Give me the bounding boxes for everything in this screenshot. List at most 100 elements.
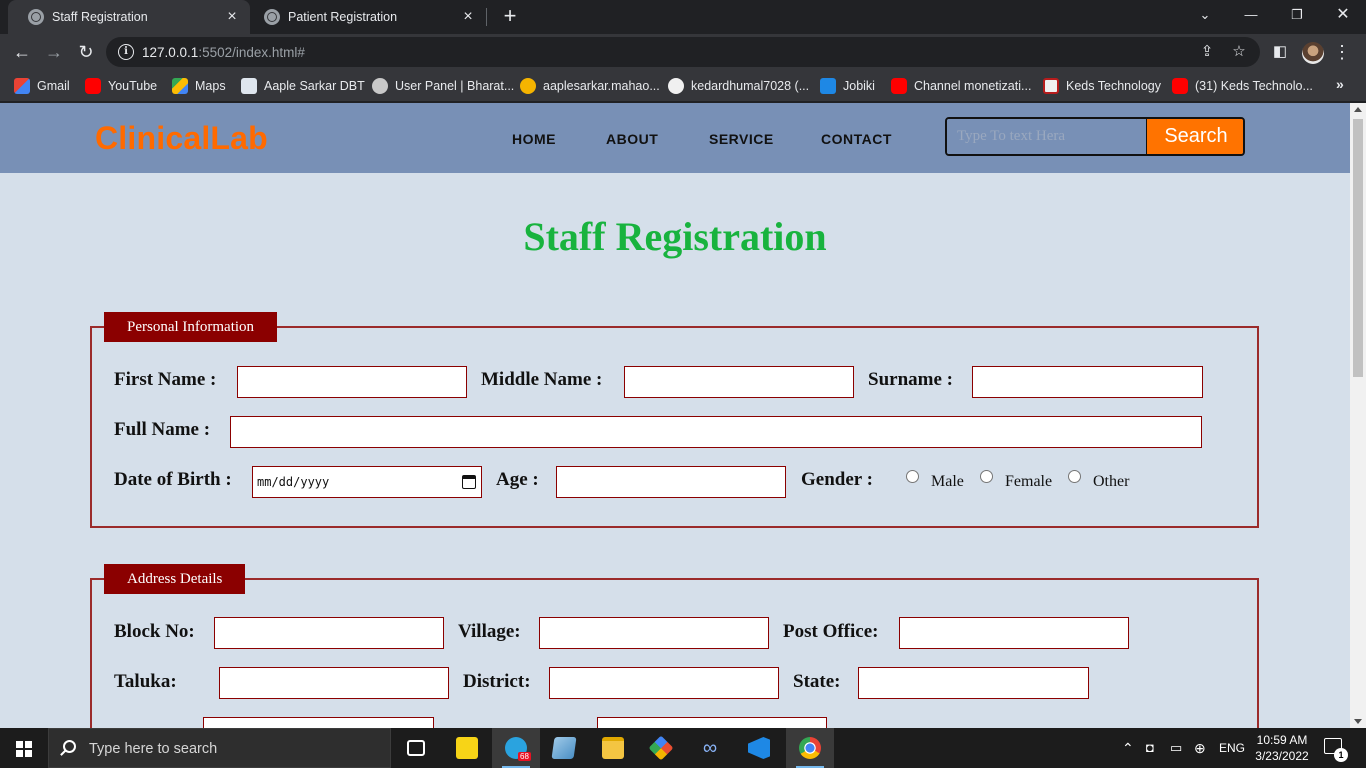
- gender-female-radio[interactable]: [980, 470, 993, 483]
- surname-input[interactable]: [972, 366, 1203, 398]
- emblem-icon: [372, 78, 388, 94]
- reload-button[interactable]: ↻: [72, 38, 100, 66]
- bookmark-star-icon[interactable]: ☆: [1230, 43, 1248, 61]
- pincode-input[interactable]: [203, 717, 434, 728]
- middle-name-input[interactable]: [624, 366, 854, 398]
- scroll-up-arrow-icon[interactable]: [1354, 107, 1362, 112]
- keds-icon: [1043, 78, 1059, 94]
- github-icon: [668, 78, 684, 94]
- tab-staff-registration[interactable]: Staff Registration ×: [8, 0, 250, 34]
- git-app[interactable]: [637, 728, 685, 768]
- profile-avatar[interactable]: [1302, 42, 1324, 64]
- infinity-app[interactable]: ∞: [686, 728, 734, 768]
- bookmarks-overflow-button[interactable]: »: [1336, 76, 1344, 92]
- site-logo[interactable]: ClinicalLab: [95, 120, 268, 157]
- task-view-icon: [407, 740, 425, 756]
- chrome-icon: [799, 737, 821, 759]
- youtube-icon: [891, 78, 907, 94]
- back-button[interactable]: ←: [8, 38, 36, 66]
- nav-about[interactable]: ABOUT: [606, 131, 658, 147]
- address-details-fieldset: [90, 578, 1259, 728]
- minimize-button[interactable]: —: [1228, 0, 1274, 30]
- bookmark-gmail[interactable]: Gmail: [14, 76, 70, 96]
- address-bar[interactable]: i 127.0.0.1:5502/index.html# ⇪ ☆: [106, 37, 1260, 67]
- share-icon[interactable]: ⇪: [1198, 43, 1216, 61]
- page-scrollbar[interactable]: [1350, 103, 1366, 728]
- state-input[interactable]: [858, 667, 1089, 699]
- windows-start-icon[interactable]: [16, 741, 32, 757]
- file-explorer-app[interactable]: [589, 728, 637, 768]
- close-icon[interactable]: ×: [460, 8, 476, 26]
- side-panel-icon[interactable]: ◧: [1270, 42, 1290, 62]
- village-input[interactable]: [539, 617, 769, 649]
- chrome-app[interactable]: [786, 728, 834, 768]
- git-icon: [648, 735, 674, 761]
- infinity-icon: ∞: [702, 737, 718, 759]
- new-tab-button[interactable]: +: [498, 4, 522, 28]
- close-window-button[interactable]: ✕: [1320, 0, 1366, 30]
- district-input[interactable]: [549, 667, 779, 699]
- bookmark-aaplesarkar[interactable]: aaplesarkar.mahao...: [520, 76, 660, 96]
- post-office-input[interactable]: [899, 617, 1129, 649]
- language-indicator[interactable]: ENG: [1219, 728, 1245, 768]
- tab-search-chevron-icon[interactable]: ⌄: [1182, 0, 1228, 30]
- date-of-birth-input[interactable]: mm/dd/yyyy: [252, 466, 482, 498]
- system-clock[interactable]: 10:59 AM 3/23/2022: [1250, 732, 1314, 764]
- folder-icon: [602, 737, 624, 759]
- bookmark-jobiki[interactable]: Jobiki: [820, 76, 875, 96]
- page-viewport: ClinicalLab HOME ABOUT SERVICE CONTACT S…: [0, 103, 1350, 728]
- nav-contact[interactable]: CONTACT: [821, 131, 892, 147]
- vscode-app[interactable]: [735, 728, 783, 768]
- address-details-legend: Address Details: [104, 564, 246, 594]
- nav-service[interactable]: SERVICE: [709, 131, 774, 147]
- browser-toolbar: ← → ↻ i 127.0.0.1:5502/index.html# ⇪ ☆ ◧…: [0, 34, 1366, 70]
- taluka-label: Taluka:: [114, 671, 177, 692]
- full-name-input[interactable]: [230, 416, 1202, 448]
- close-icon[interactable]: ×: [224, 8, 240, 26]
- bookmark-user-panel[interactable]: User Panel | Bharat...: [372, 76, 514, 96]
- forward-button[interactable]: →: [40, 38, 68, 66]
- tab-patient-registration[interactable]: Patient Registration ×: [244, 0, 486, 34]
- bookmark-keds-technology[interactable]: Keds Technology: [1043, 76, 1161, 96]
- clock-time: 10:59 AM: [1256, 733, 1308, 747]
- network-globe-icon[interactable]: ⊕: [1194, 728, 1206, 768]
- block-no-input[interactable]: [214, 617, 444, 649]
- age-input[interactable]: [556, 466, 786, 498]
- bookmark-maps[interactable]: Maps: [172, 76, 226, 96]
- url-text[interactable]: 127.0.0.1:5502/index.html#: [142, 45, 305, 60]
- menu-kebab-icon[interactable]: ⋮: [1332, 42, 1352, 62]
- taluka-input[interactable]: [219, 667, 449, 699]
- telegram-app[interactable]: 68: [492, 728, 540, 768]
- telegram-badge: 68: [518, 752, 531, 761]
- notepad-app[interactable]: [540, 728, 588, 768]
- tab-divider: [486, 8, 487, 26]
- taskbar-search-placeholder: Type here to search: [89, 741, 218, 757]
- tab-title: Staff Registration: [52, 10, 148, 24]
- search-button[interactable]: Search: [1147, 119, 1243, 154]
- gender-other-radio[interactable]: [1068, 470, 1081, 483]
- bookmark-keds-youtube[interactable]: (31) Keds Technolo...: [1172, 76, 1313, 96]
- search-input[interactable]: [947, 119, 1147, 154]
- country-name-input[interactable]: [597, 717, 827, 728]
- sticky-notes-app[interactable]: [443, 728, 491, 768]
- restore-button[interactable]: ❐: [1274, 0, 1320, 30]
- first-name-input[interactable]: [237, 366, 467, 398]
- nav-home[interactable]: HOME: [512, 131, 556, 147]
- post-office-label: Post Office:: [783, 621, 879, 642]
- bookmark-youtube[interactable]: YouTube: [85, 76, 157, 96]
- bookmark-channel-monetization[interactable]: Channel monetizati...: [891, 76, 1031, 96]
- bookmark-github[interactable]: kedardhumal7028 (...: [668, 76, 809, 96]
- page-title: Staff Registration: [523, 214, 827, 259]
- bookmark-aaple-sarkar-dbt[interactable]: Aaple Sarkar DBT: [241, 76, 365, 96]
- search-icon: [63, 740, 76, 753]
- meet-now-icon[interactable]: ◘: [1146, 728, 1154, 768]
- tray-chevron-icon[interactable]: ⌃: [1122, 728, 1134, 768]
- task-view-button[interactable]: [392, 728, 440, 768]
- scroll-thumb[interactable]: [1353, 119, 1363, 377]
- taskbar-search[interactable]: Type here to search: [48, 728, 391, 768]
- gender-male-radio[interactable]: [906, 470, 919, 483]
- battery-icon[interactable]: ▭: [1170, 728, 1182, 768]
- calendar-icon[interactable]: [462, 475, 476, 489]
- scroll-down-arrow-icon[interactable]: [1354, 719, 1362, 724]
- site-info-icon[interactable]: i: [118, 44, 134, 60]
